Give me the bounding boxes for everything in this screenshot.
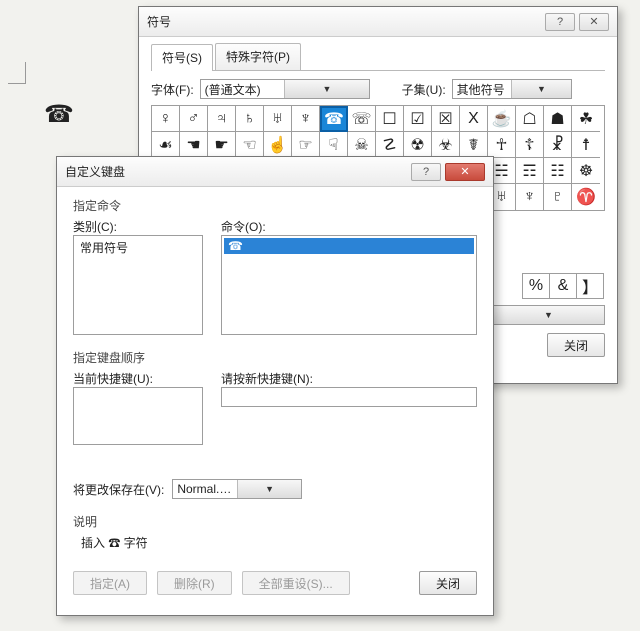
symbol-title: 符号 [147,13,541,30]
symbol-titlebar: 符号 ? ✕ [139,7,617,37]
description-text: 插入 ☎ 字符 [81,534,477,551]
symbol-cell[interactable]: ☕ [488,106,516,132]
chevron-down-icon[interactable]: ▼ [511,80,571,98]
symbol-cell[interactable]: ☎ [320,106,348,132]
symbol-cell[interactable]: ☙ [152,132,180,158]
symbol-cell[interactable]: ♈ [572,184,600,210]
symbol-cell[interactable]: ☟ [320,132,348,158]
symbol-cell[interactable]: ☏ [348,106,376,132]
symbol-cell[interactable]: ☨ [572,132,600,158]
symbol-cell[interactable]: ☝ [264,132,292,158]
section-specify-command: 指定命令 [73,197,477,214]
press-new-key-input[interactable] [221,387,477,407]
chevron-down-icon[interactable]: ▼ [237,480,302,498]
category-listbox[interactable]: 常用符号 [73,235,203,335]
subset-value: 其他符号 [453,81,512,98]
symbol-cell[interactable]: ☘ [572,106,600,132]
symbol-tabs: 符号(S) 特殊字符(P) [151,43,605,71]
symbol-cell[interactable]: ☸ [572,158,600,184]
command-label: 命令(O): [221,218,477,235]
symbol-cell[interactable]: ♂ [180,106,208,132]
close-button[interactable]: ✕ [579,13,609,31]
symbol-cell[interactable]: ☶ [516,158,544,184]
help-button[interactable]: ? [545,13,575,31]
symbol-cell[interactable]: ☚ [180,132,208,158]
section-description: 说明 [73,513,477,530]
reset-all-button: 全部重设(S)... [242,571,350,595]
command-item[interactable]: ☎ [224,238,474,254]
symbol-cell[interactable]: ☗ [544,106,572,132]
subset-combo[interactable]: 其他符号 ▼ [452,79,572,99]
chevron-down-icon[interactable]: ▼ [284,80,369,98]
press-new-key-label: 请按新快捷键(N): [221,370,477,387]
font-label: 字体(F): [151,81,194,98]
current-keys-listbox[interactable] [73,387,203,445]
recent-symbol-cell[interactable]: % [522,273,550,299]
font-value: (普通文本) [201,81,285,98]
font-combo[interactable]: (普通文本) ▼ [200,79,370,99]
chevron-down-icon[interactable]: ▼ [492,306,604,324]
symbol-cell[interactable]: ☤ [460,132,488,158]
customize-keyboard-dialog: 自定义键盘 ? ✕ 指定命令 类别(C): 常用符号 命令(O): [56,156,494,616]
symbol-cell[interactable]: ♅ [264,106,292,132]
symbol-cell[interactable]: ☡ [376,132,404,158]
symbol-cell[interactable]: ☢ [404,132,432,158]
symbol-cell[interactable]: ☖ [516,106,544,132]
section-key-sequence: 指定键盘顺序 [73,349,477,366]
tab-symbols[interactable]: 符号(S) [151,44,213,71]
symbol-cell[interactable]: ☞ [292,132,320,158]
symbol-cell[interactable]: ☠ [348,132,376,158]
tab-special-chars[interactable]: 特殊字符(P) [215,43,301,70]
symbol-cell[interactable]: ☧ [544,132,572,158]
help-button[interactable]: ? [411,163,441,181]
symbol-cell[interactable]: ♃ [208,106,236,132]
symbol-cell[interactable]: ☒ [432,106,460,132]
subset-label: 子集(U): [402,81,446,98]
symbol-cell[interactable]: ☛ [208,132,236,158]
recent-symbol-cell[interactable]: 】 [576,273,604,299]
symbol-cell[interactable]: ☥ [488,132,516,158]
save-in-combo[interactable]: Normal.dotm ▼ [172,479,302,499]
symbol-cell[interactable]: ♇ [544,184,572,210]
symbol-cell[interactable]: ☷ [544,158,572,184]
category-label: 类别(C): [73,218,203,235]
symbol-cell[interactable]: ☐ [376,106,404,132]
save-in-label: 将更改保存在(V): [73,481,164,498]
kb-close-button[interactable]: 关闭 [419,571,477,595]
close-button[interactable]: ✕ [445,163,485,181]
symbol-cell[interactable]: ☦ [516,132,544,158]
delete-button: 删除(R) [157,571,232,595]
kb-title: 自定义键盘 [65,163,407,180]
symbol-cell[interactable]: ☑ [404,106,432,132]
kb-titlebar: 自定义键盘 ? ✕ [57,157,493,187]
save-in-value: Normal.dotm [173,482,237,496]
symbol-cell[interactable]: X [460,106,488,132]
category-item[interactable]: 常用符号 [76,238,200,257]
symbol-cell[interactable]: ☜ [236,132,264,158]
command-listbox[interactable]: ☎ [221,235,477,335]
symbol-close-button[interactable]: 关闭 [547,333,605,357]
assign-button: 指定(A) [73,571,147,595]
symbol-cell[interactable]: ♀ [152,106,180,132]
page-corner-marker [8,62,26,84]
symbol-cell[interactable]: ♆ [516,184,544,210]
recent-symbol-cell[interactable]: & [549,273,577,299]
symbol-cell[interactable]: ♆ [292,106,320,132]
current-keys-label: 当前快捷键(U): [73,370,203,387]
document-phone-glyph: ☎ [44,100,74,129]
symbol-cell[interactable]: ♄ [236,106,264,132]
symbol-cell[interactable]: ☣ [432,132,460,158]
